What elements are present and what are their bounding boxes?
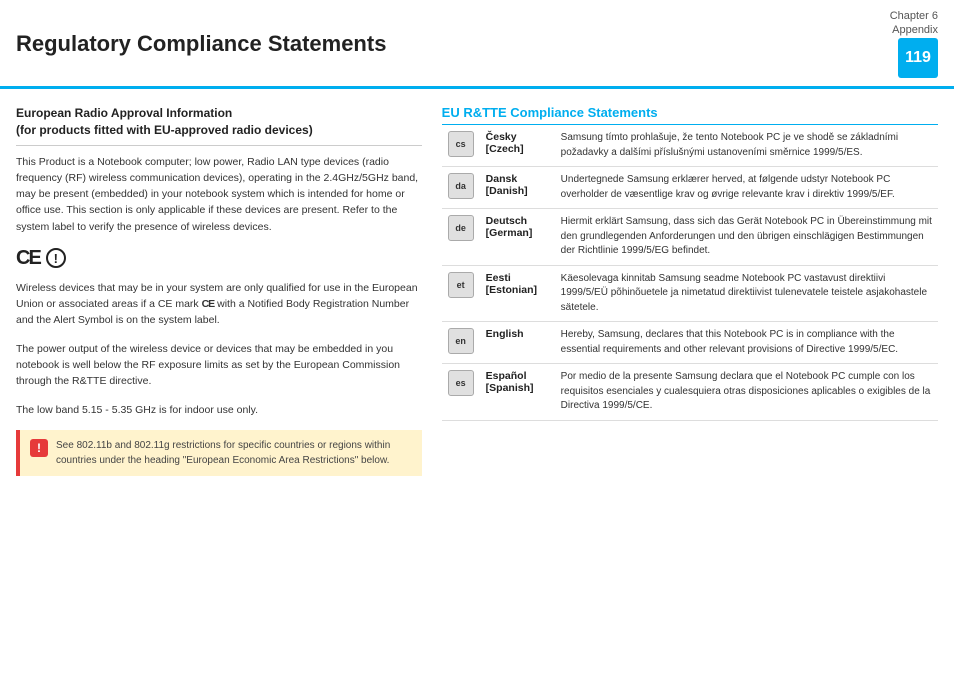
lang-name: Česky[Czech] [480, 125, 555, 167]
body-paragraph-4: The low band 5.15 - 5.35 GHz is for indo… [16, 402, 422, 418]
table-row: csČesky[Czech]Samsung tímto prohlašuje, … [442, 125, 938, 167]
alert-text: See 802.11b and 802.11g restrictions for… [56, 438, 412, 468]
page-title: Regulatory Compliance Statements [16, 10, 890, 78]
heading-line1: European Radio Approval Information [16, 106, 232, 120]
body-paragraph-1: This Product is a Notebook computer; low… [16, 154, 422, 235]
lang-icon-cell: en [442, 322, 480, 364]
table-row: etEesti[Estonian]Käesolevaga kinnitab Sa… [442, 265, 938, 322]
ce-mark-symbol: CE [16, 247, 40, 270]
title-text: Regulatory Compliance Statements [16, 31, 386, 57]
main-content: European Radio Approval Information (for… [0, 89, 954, 677]
lang-text: Hereby, Samsung, declares that this Note… [555, 322, 938, 364]
heading-line2: (for products fitted with EU-approved ra… [16, 123, 313, 137]
section-heading: European Radio Approval Information (for… [16, 105, 422, 146]
page-container: Regulatory Compliance Statements Chapter… [0, 0, 954, 677]
page-number: 119 [898, 38, 938, 78]
lang-name: English [480, 322, 555, 364]
lang-icon: es [448, 370, 474, 396]
page-header: Regulatory Compliance Statements Chapter… [0, 0, 954, 89]
chapter-label: Chapter 6 [890, 10, 938, 22]
lang-icon: de [448, 215, 474, 241]
alert-icon: ! [30, 439, 48, 457]
table-row: deDeutsch[German]Hiermit erklärt Samsung… [442, 209, 938, 266]
chapter-info: Chapter 6 Appendix 119 [890, 10, 938, 78]
lang-text: Samsung tímto prohlašuje, že tento Noteb… [555, 125, 938, 167]
lang-icon-cell: da [442, 167, 480, 209]
lang-text: Käesolevaga kinnitab Samsung seadme Note… [555, 265, 938, 322]
lang-name: Deutsch[German] [480, 209, 555, 266]
lang-text: Por medio de la presente Samsung declara… [555, 364, 938, 421]
lang-name: Español[Spanish] [480, 364, 555, 421]
lang-icon: da [448, 173, 474, 199]
lang-icon-cell: de [442, 209, 480, 266]
alert-box: ! See 802.11b and 802.11g restrictions f… [16, 430, 422, 476]
table-row: daDansk[Danish]Undertegnede Samsung erkl… [442, 167, 938, 209]
lang-icon-cell: et [442, 265, 480, 322]
appendix-label: Appendix [892, 24, 938, 36]
table-row: esEspañol[Spanish]Por medio de la presen… [442, 364, 938, 421]
left-column: European Radio Approval Information (for… [16, 105, 422, 661]
lang-name: Eesti[Estonian] [480, 265, 555, 322]
lang-icon-cell: es [442, 364, 480, 421]
lang-icon: cs [448, 131, 474, 157]
eu-section-heading: EU R&TTE Compliance Statements [442, 105, 938, 125]
lang-text: Undertegnede Samsung erklærer herved, at… [555, 167, 938, 209]
ce-symbols-row: CE ! [16, 247, 422, 270]
lang-icon: en [448, 328, 474, 354]
compliance-table: csČesky[Czech]Samsung tímto prohlašuje, … [442, 125, 938, 421]
lang-icon-cell: cs [442, 125, 480, 167]
inline-ce-mark: CE [202, 298, 215, 310]
lang-icon: et [448, 272, 474, 298]
body-paragraph-3: The power output of the wireless device … [16, 341, 422, 390]
info-circle-icon: ! [46, 248, 66, 268]
body-paragraph-2: Wireless devices that may be in your sys… [16, 280, 422, 329]
lang-text: Hiermit erklärt Samsung, dass sich das G… [555, 209, 938, 266]
table-row: enEnglishHereby, Samsung, declares that … [442, 322, 938, 364]
right-column: EU R&TTE Compliance Statements csČesky[C… [442, 105, 938, 661]
lang-name: Dansk[Danish] [480, 167, 555, 209]
